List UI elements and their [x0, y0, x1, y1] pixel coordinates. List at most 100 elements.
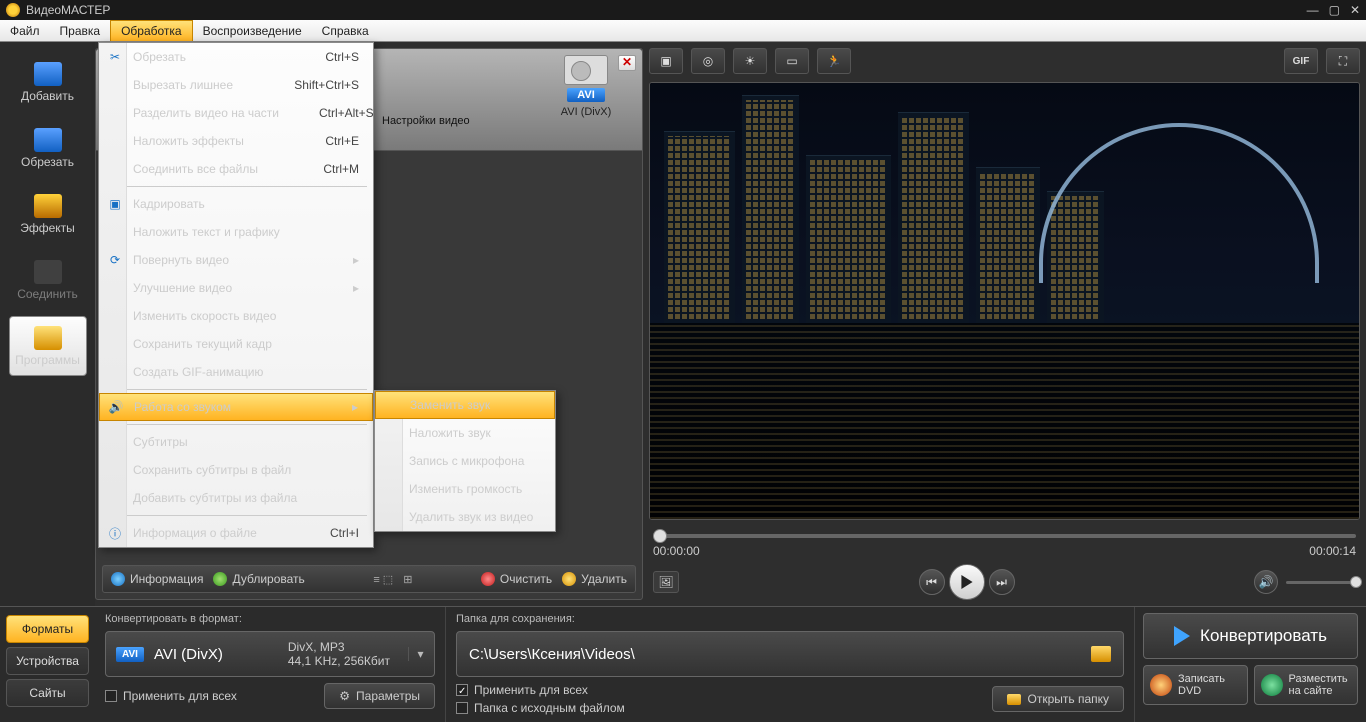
- menu-item: Соединить все файлыCtrl+M: [99, 155, 373, 183]
- folder-icon: [1007, 694, 1021, 705]
- publish-site-button[interactable]: Разместить на сайте: [1254, 665, 1359, 705]
- maximize-button[interactable]: ▢: [1329, 3, 1340, 17]
- submenu-item[interactable]: Запись с микрофона: [375, 447, 555, 475]
- sb-programs[interactable]: Программы: [9, 316, 87, 376]
- action-section: Конвертировать Записать DVD Разместить н…: [1134, 607, 1366, 722]
- time-current: 00:00:00: [653, 544, 700, 558]
- video-preview[interactable]: [649, 82, 1360, 520]
- tb-info[interactable]: Информация: [111, 572, 203, 586]
- sb-effects-label: Эффекты: [20, 221, 75, 235]
- menu-item[interactable]: ▣Кадрировать: [99, 190, 373, 218]
- format-badge: AVI: [567, 88, 605, 102]
- menu-item[interactable]: ⟳Повернуть видео▸: [99, 246, 373, 274]
- pt-speed[interactable]: 🏃: [817, 48, 851, 74]
- add-icon: [34, 62, 62, 86]
- pt-brightness[interactable]: ☀: [733, 48, 767, 74]
- parameters-button[interactable]: ⚙Параметры: [324, 683, 435, 709]
- bottom-panel: Форматы Устройства Сайты Конвертировать …: [0, 606, 1366, 722]
- menu-item[interactable]: Изменить скорость видео: [99, 302, 373, 330]
- info-icon: [111, 572, 125, 586]
- seek-knob[interactable]: [653, 529, 667, 543]
- tab-formats[interactable]: Форматы: [6, 615, 89, 643]
- apply-all-checkbox[interactable]: Применить для всех: [105, 689, 237, 703]
- play-button[interactable]: [949, 564, 985, 600]
- format-label: AVI (DivX): [538, 106, 634, 118]
- volume-button[interactable]: 🔊: [1254, 570, 1278, 594]
- menu-item[interactable]: ⓘИнформация о файлеCtrl+I: [99, 519, 373, 547]
- close-button[interactable]: ✕: [1350, 3, 1360, 17]
- volume-knob[interactable]: [1350, 576, 1362, 588]
- dvd-icon: [1150, 674, 1172, 696]
- bottom-tabs: Форматы Устройства Сайты: [0, 607, 95, 722]
- sb-add-label: Добавить: [21, 89, 74, 103]
- folder-section: Папка для сохранения: C:\Users\Ксения\Vi…: [445, 607, 1134, 722]
- video-settings-link[interactable]: Настройки видео: [382, 115, 470, 127]
- menu-item[interactable]: Вырезать лишнееShift+Ctrl+S: [99, 71, 373, 99]
- submenu-item[interactable]: Изменить громкость: [375, 475, 555, 503]
- next-button[interactable]: ⏭: [989, 569, 1015, 595]
- menu-item[interactable]: Разделить видео на частиCtrl+Alt+S: [99, 99, 373, 127]
- pt-gif[interactable]: GIF: [1284, 48, 1318, 74]
- save-path-box[interactable]: C:\Users\Ксения\Videos\: [456, 631, 1124, 677]
- submenu-item[interactable]: Удалить звук из видео: [375, 503, 555, 531]
- sb-join-label: Соединить: [17, 287, 78, 301]
- menu-item[interactable]: 🔊Работа со звуком▸: [99, 393, 373, 421]
- left-toolbar: Добавить Обрезать Эффекты Соединить Прог…: [0, 42, 95, 606]
- tb-delete[interactable]: Удалить: [562, 572, 627, 586]
- menu-processing[interactable]: Обработка: [110, 20, 193, 41]
- convert-to-label: Конвертировать в формат:: [105, 613, 435, 625]
- titlebar: ВидеоМАСТЕР — ▢ ✕: [0, 0, 1366, 20]
- sb-cut[interactable]: Обрезать: [9, 118, 87, 178]
- sb-effects[interactable]: Эффекты: [9, 184, 87, 244]
- tab-devices[interactable]: Устройства: [6, 647, 89, 675]
- output-format-tile[interactable]: AVI AVI (DivX): [538, 55, 634, 118]
- minimize-button[interactable]: —: [1307, 3, 1319, 17]
- format-badge-icon: AVI: [116, 647, 144, 662]
- menu-edit[interactable]: Правка: [50, 20, 111, 41]
- menu-playback[interactable]: Воспроизведение: [193, 20, 312, 41]
- submenu-item[interactable]: Заменить звук: [375, 391, 555, 419]
- menu-item[interactable]: Улучшение видео▸: [99, 274, 373, 302]
- open-folder-button[interactable]: Открыть папку: [992, 686, 1124, 712]
- processing-menu: ✂ОбрезатьCtrl+SВырезать лишнееShift+Ctrl…: [98, 42, 374, 548]
- menu-help[interactable]: Справка: [312, 20, 379, 41]
- menu-item[interactable]: Наложить текст и графику: [99, 218, 373, 246]
- tab-sites[interactable]: Сайты: [6, 679, 89, 707]
- pt-fullscreen[interactable]: ⛶: [1326, 48, 1360, 74]
- browse-folder-icon[interactable]: [1091, 646, 1111, 662]
- volume-slider[interactable]: [1286, 581, 1356, 584]
- source-folder-checkbox[interactable]: Папка с исходным файлом: [456, 701, 625, 715]
- programs-icon: [34, 326, 62, 350]
- menu-item[interactable]: Добавить субтитры из файла: [99, 484, 373, 512]
- convert-button[interactable]: Конвертировать: [1143, 613, 1358, 659]
- submenu-item[interactable]: Наложить звук: [375, 419, 555, 447]
- timeline: 00:00:00 00:00:14 🖼 ⏮ ⏭ 🔊: [649, 528, 1360, 600]
- format-dropdown-icon: ▾: [408, 647, 424, 661]
- seek-bar[interactable]: [653, 534, 1356, 538]
- apply-all-folder-checkbox[interactable]: Применить для всех: [456, 683, 625, 697]
- save-path-text: C:\Users\Ксения\Videos\: [469, 646, 1081, 663]
- sb-add[interactable]: Добавить: [9, 52, 87, 112]
- clear-icon: [481, 572, 495, 586]
- globe-icon: [1261, 674, 1283, 696]
- tb-duplicate[interactable]: Дублировать: [213, 572, 304, 586]
- prev-button[interactable]: ⏮: [919, 569, 945, 595]
- format-selector[interactable]: AVI AVI (DivX) DivX, MP3 44,1 KHz, 256Кб…: [105, 631, 435, 677]
- info-icon: ⓘ: [105, 523, 125, 543]
- tb-view-grid[interactable]: ⊞: [403, 573, 412, 586]
- preview-toolbar: ▣ ◎ ☀ ▭ 🏃 GIF ⛶: [649, 48, 1360, 76]
- tb-clear[interactable]: Очистить: [481, 572, 552, 586]
- menu-item[interactable]: Создать GIF-анимацию: [99, 358, 373, 386]
- snapshot-button[interactable]: 🖼: [653, 571, 679, 593]
- tb-view-list[interactable]: ≡ ⬚: [373, 573, 393, 586]
- gear-icon: ⚙: [339, 689, 350, 703]
- burn-dvd-button[interactable]: Записать DVD: [1143, 665, 1248, 705]
- pt-aperture[interactable]: ◎: [691, 48, 725, 74]
- sb-join[interactable]: Соединить: [9, 250, 87, 310]
- menu-item[interactable]: Наложить эффектыCtrl+E: [99, 127, 373, 155]
- menu-item[interactable]: ✂ОбрезатьCtrl+S: [99, 43, 373, 71]
- pt-frame[interactable]: ▭: [775, 48, 809, 74]
- pt-crop[interactable]: ▣: [649, 48, 683, 74]
- menu-file[interactable]: Файл: [0, 20, 50, 41]
- menu-item[interactable]: Сохранить текущий кадр: [99, 330, 373, 358]
